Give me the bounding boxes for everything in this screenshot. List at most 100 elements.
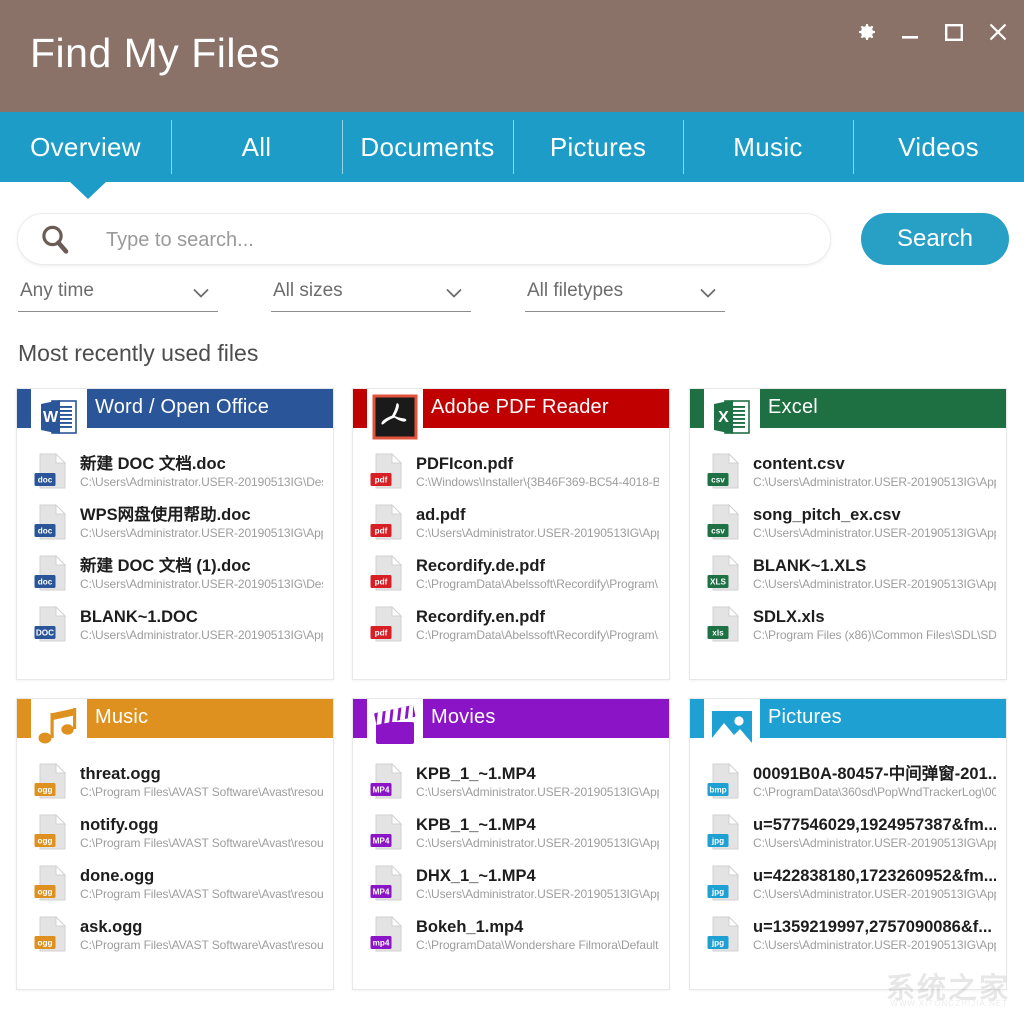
file-meta: BLANK~1.XLS C:\Users\Administrator.USER-2…	[753, 557, 1006, 592]
file-row[interactable]: MP4 DHX_1_~1.MP4 C:\Users\Administrator.US…	[353, 859, 669, 910]
file-meta: u=577546029,1924957387&fm... C:\Users\Adm…	[753, 816, 1006, 851]
file-type-icon: pdf	[370, 605, 404, 646]
time-filter[interactable]: Any time	[18, 278, 218, 312]
file-row[interactable]: doc 新建 DOC 文档 (1).doc C:\Users\Administrat…	[17, 549, 333, 600]
svg-text:jpg: jpg	[711, 836, 724, 845]
file-path: C:\Program Files (x86)\Common Files\SDL\…	[753, 628, 996, 642]
card-title: Excel	[768, 396, 818, 418]
file-category-card: Music ogg threat.ogg C:\Program Files\AVAST…	[16, 698, 334, 990]
file-type-icon: DOC	[34, 605, 68, 646]
file-type-icon: mp4	[370, 915, 404, 956]
file-row[interactable]: DOC BLANK~1.DOC C:\Users\Administrator.USE…	[17, 600, 333, 651]
file-row[interactable]: bmp 00091B0A-80457-中间弹窗-201... C:\ProgramD…	[690, 757, 1006, 808]
tab-label: Videos	[898, 131, 979, 162]
minimize-icon[interactable]	[896, 18, 924, 46]
file-meta: 新建 DOC 文档 (1).doc C:\Users\Administrator.…	[80, 557, 333, 592]
file-row[interactable]: ogg done.ogg C:\Program Files\AVAST Softwa…	[17, 859, 333, 910]
file-row[interactable]: MP4 KPB_1_~1.MP4 C:\Users\Administrator.US…	[353, 757, 669, 808]
card-header: X Excel	[690, 389, 1006, 447]
file-path: C:\ProgramData\Abelssoft\Recordify\Progr…	[416, 577, 659, 591]
file-row[interactable]: ogg ask.ogg C:\Program Files\AVAST Softwar…	[17, 910, 333, 961]
filetype-filter[interactable]: All filetypes	[525, 278, 725, 312]
file-row[interactable]: MP4 KPB_1_~1.MP4 C:\Users\Administrator.US…	[353, 808, 669, 859]
file-row[interactable]: csv song_pitch_ex.csv C:\Users\Administrat…	[690, 498, 1006, 549]
svg-text:MP4: MP4	[373, 887, 390, 896]
svg-text:ogg: ogg	[37, 785, 52, 794]
size-filter-label: All sizes	[273, 280, 343, 301]
svg-text:ogg: ogg	[37, 938, 52, 947]
file-row[interactable]: pdf PDFIcon.pdf C:\Windows\Installer\{3B46…	[353, 447, 669, 498]
file-path: C:\Windows\Installer\{3B46F369-BC54-4018…	[416, 475, 659, 489]
tab-label: Music	[733, 131, 803, 162]
file-row[interactable]: ogg threat.ogg C:\Program Files\AVAST Soft…	[17, 757, 333, 808]
card-header: Pictures	[690, 699, 1006, 757]
file-path: C:\Users\Administrator.USER-20190513IG\A…	[753, 836, 996, 850]
tab-music[interactable]: Music	[683, 112, 853, 182]
file-row[interactable]: jpg u=1359219997,2757090086&f... C:\Users\…	[690, 910, 1006, 961]
file-row[interactable]: doc WPS网盘使用帮助.doc C:\Users\Administrator.U…	[17, 498, 333, 549]
gear-icon[interactable]	[852, 18, 880, 46]
file-row[interactable]: ogg notify.ogg C:\Program Files\AVAST Soft…	[17, 808, 333, 859]
file-name: u=577546029,1924957387&fm...	[753, 816, 996, 834]
file-type-icon: jpg	[707, 813, 741, 854]
tab-pictures[interactable]: Pictures	[513, 112, 683, 182]
close-icon[interactable]	[984, 18, 1012, 46]
maximize-icon[interactable]	[940, 18, 968, 46]
file-list: csv content.csv C:\Users\Administrator.USE…	[690, 447, 1006, 679]
file-type-icon: ogg	[34, 915, 68, 956]
file-category-card: X Excel csv content.csv C:\Users\Administrat…	[689, 388, 1007, 680]
file-meta: Recordify.de.pdf C:\ProgramData\Abelssoft…	[416, 557, 669, 592]
svg-text:mp4: mp4	[373, 938, 390, 947]
search-button[interactable]: Search	[861, 213, 1009, 265]
file-path: C:\Users\Administrator.USER-20190513IG\A…	[753, 887, 996, 901]
card-header: Music	[17, 699, 333, 757]
file-type-icon: jpg	[707, 864, 741, 905]
file-row[interactable]: jpg u=577546029,1924957387&fm... C:\Users\…	[690, 808, 1006, 859]
search-box[interactable]	[17, 213, 831, 266]
file-meta: 新建 DOC 文档.doc C:\Users\Administrator.USER…	[80, 455, 333, 490]
search-icon	[38, 223, 72, 257]
file-name: KPB_1_~1.MP4	[416, 816, 536, 834]
file-name: song_pitch_ex.csv	[753, 506, 901, 524]
file-type-icon: pdf	[370, 554, 404, 595]
file-row[interactable]: pdf ad.pdf C:\Users\Administrator.USER-201…	[353, 498, 669, 549]
file-path: C:\Users\Administrator.USER-20190513IG\A…	[416, 526, 659, 540]
file-meta: PDFIcon.pdf C:\Windows\Installer\{3B46F36…	[416, 455, 669, 490]
file-row[interactable]: jpg u=422838180,1723260952&fm... C:\Users\…	[690, 859, 1006, 910]
file-row[interactable]: doc 新建 DOC 文档.doc C:\Users\Administrator.U…	[17, 447, 333, 498]
tab-videos[interactable]: Videos	[853, 112, 1024, 182]
file-row[interactable]: csv content.csv C:\Users\Administrator.USE…	[690, 447, 1006, 498]
file-path: C:\ProgramData\Wondershare Filmora\Defau…	[416, 938, 659, 952]
file-type-icon: jpg	[707, 915, 741, 956]
svg-text:pdf: pdf	[375, 526, 388, 535]
file-path: C:\ProgramData\360sd\PopWndTrackerLog\00…	[753, 785, 996, 799]
file-type-icon: pdf	[370, 452, 404, 493]
svg-text:MP4: MP4	[373, 785, 390, 794]
file-list: ogg threat.ogg C:\Program Files\AVAST Soft…	[17, 757, 333, 989]
file-meta: ask.ogg C:\Program Files\AVAST Software\A…	[80, 918, 333, 953]
search-input[interactable]	[104, 214, 818, 266]
card-header: W Word / Open Office	[17, 389, 333, 447]
tab-all[interactable]: All	[171, 112, 342, 182]
file-meta: BLANK~1.DOC C:\Users\Administrator.USER-2…	[80, 608, 333, 643]
tab-overview[interactable]: Overview	[0, 112, 171, 182]
file-meta: u=422838180,1723260952&fm... C:\Users\Adm…	[753, 867, 1006, 902]
file-row[interactable]: pdf Recordify.en.pdf C:\ProgramData\Abelss…	[353, 600, 669, 651]
file-category-card: Movies MP4 KPB_1_~1.MP4 C:\Users\Administra…	[352, 698, 670, 990]
card-title: Pictures	[768, 706, 842, 728]
file-meta: KPB_1_~1.MP4 C:\Users\Administrator.USER-…	[416, 816, 669, 851]
file-row[interactable]: mp4 Bokeh_1.mp4 C:\ProgramData\Wondershare…	[353, 910, 669, 961]
file-name: ask.ogg	[80, 918, 143, 936]
size-filter[interactable]: All sizes	[271, 278, 471, 312]
svg-text:pdf: pdf	[375, 475, 388, 484]
tab-documents[interactable]: Documents	[342, 112, 513, 182]
file-meta: 00091B0A-80457-中间弹窗-201... C:\ProgramData…	[753, 765, 1006, 800]
file-name: BLANK~1.DOC	[80, 608, 198, 626]
file-row[interactable]: xls SDLX.xls C:\Program Files (x86)\Common…	[690, 600, 1006, 651]
file-row[interactable]: pdf Recordify.de.pdf C:\ProgramData\Abelss…	[353, 549, 669, 600]
file-meta: WPS网盘使用帮助.doc C:\Users\Administrator.USER…	[80, 506, 333, 541]
file-type-icon: xls	[707, 605, 741, 646]
file-meta: content.csv C:\Users\Administrator.USER-2…	[753, 455, 1006, 490]
file-row[interactable]: XLS BLANK~1.XLS C:\Users\Administrator.USE…	[690, 549, 1006, 600]
file-path: C:\Program Files\AVAST Software\Avast\re…	[80, 938, 323, 952]
